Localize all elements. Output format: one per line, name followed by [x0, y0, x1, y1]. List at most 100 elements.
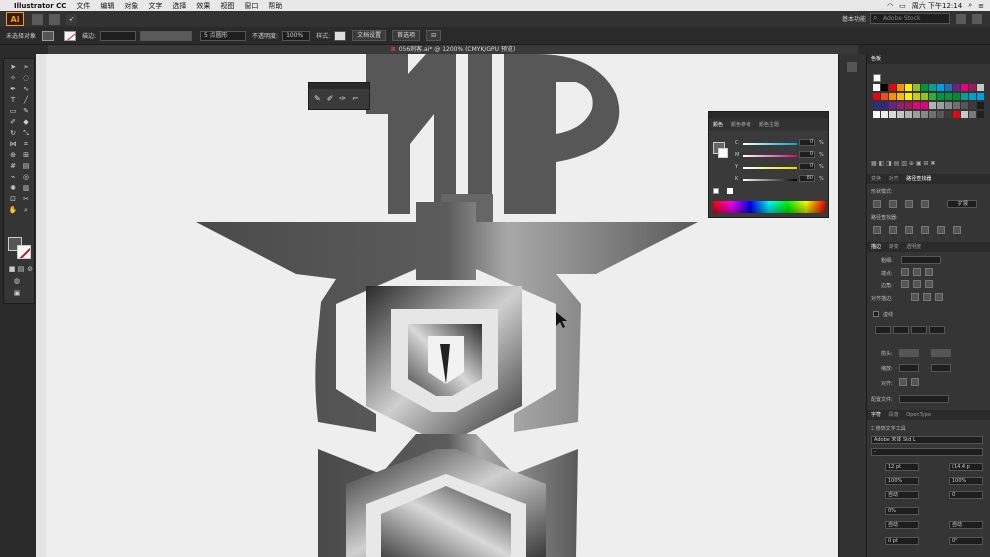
swatch-cell[interactable] [881, 102, 888, 109]
swatch-cell[interactable] [889, 111, 896, 118]
swatch-cell[interactable] [953, 84, 960, 91]
join-tool-icon[interactable]: ⌐ [352, 94, 359, 103]
swatch-cell[interactable] [929, 111, 936, 118]
bridge-icon[interactable] [32, 13, 43, 25]
swatch-cell[interactable] [913, 84, 920, 91]
swatch-cell[interactable] [897, 84, 904, 91]
swatch-cell[interactable] [937, 102, 944, 109]
vertical-scale-field[interactable]: 100% [885, 477, 919, 485]
arrow-tip-place-icon[interactable] [911, 378, 919, 386]
tab-color-guide[interactable]: 颜色参考 [731, 121, 751, 128]
dash-2[interactable] [911, 326, 927, 334]
swatch-cell[interactable] [921, 84, 928, 91]
swatch-cell[interactable] [929, 102, 936, 109]
expand-button[interactable]: 扩展 [947, 200, 977, 208]
hand-tool-icon[interactable]: ✋ [8, 206, 18, 214]
horizontal-scale-field[interactable]: 100% [949, 477, 983, 485]
swatch-cell[interactable] [897, 93, 904, 100]
menu-effect[interactable]: 效果 [196, 1, 210, 11]
swatch-cell[interactable] [953, 93, 960, 100]
menu-list-icon[interactable]: ≡ [978, 2, 984, 10]
graphic-style-swatch[interactable] [334, 30, 347, 41]
menu-file[interactable]: 文件 [76, 1, 90, 11]
white-swatch[interactable] [727, 188, 733, 194]
swatch-cell[interactable] [977, 111, 984, 118]
menu-help[interactable]: 帮助 [268, 1, 282, 11]
free-transform-tool-icon[interactable]: ⌗ [21, 140, 31, 148]
curvature-tool-icon[interactable]: ∿ [21, 85, 31, 93]
color-spectrum[interactable] [713, 201, 825, 213]
arrange-documents-icon[interactable] [49, 13, 60, 25]
swatch-cell[interactable] [905, 111, 912, 118]
swatch-cell[interactable] [977, 84, 984, 91]
menu-select[interactable]: 选择 [172, 1, 186, 11]
dashed-checkbox[interactable] [873, 311, 879, 317]
graph-tool-icon[interactable]: ▥ [21, 184, 31, 192]
swatch-cell[interactable] [961, 93, 968, 100]
app-name[interactable]: Illustrator CC [14, 2, 66, 10]
clock[interactable]: 周六 下午12:14 [912, 1, 962, 11]
gradient-tool-icon[interactable]: ▤ [21, 162, 31, 170]
path-eraser-icon[interactable]: ✑ [339, 94, 346, 103]
swatch-cell[interactable] [945, 111, 952, 118]
swatch-cell[interactable] [873, 93, 880, 100]
round-join-icon[interactable] [913, 280, 921, 288]
eraser-tool-icon[interactable]: ◆ [21, 118, 31, 126]
swatch-cell[interactable] [945, 93, 952, 100]
menu-edit[interactable]: 编辑 [100, 1, 114, 11]
document-tab[interactable]: ⊠ 056刺客.ai* @ 1200% (CMYK/GPU 预览) [48, 45, 858, 54]
close-document-icon[interactable]: ⊠ [391, 46, 396, 53]
none-swatch-icon[interactable] [873, 74, 881, 82]
crop-icon[interactable] [921, 226, 929, 234]
workspace-switcher[interactable]: 基本功能 [842, 14, 866, 23]
black-value[interactable]: 80 [799, 175, 815, 182]
window-control-2[interactable] [972, 13, 982, 24]
tab-color[interactable]: 颜色 [713, 121, 723, 128]
swatch-cell[interactable] [881, 93, 888, 100]
align-center-icon[interactable] [911, 293, 919, 301]
profile-select[interactable] [899, 395, 949, 403]
stroke-weight-field[interactable] [100, 30, 137, 41]
shape-builder-tool-icon[interactable]: ⊕ [8, 151, 18, 159]
panel-icon-1[interactable] [847, 62, 857, 72]
stroke-proxy[interactable] [718, 148, 728, 158]
swatch-cell[interactable] [921, 93, 928, 100]
gpu-performance-icon[interactable]: ➶ [66, 13, 77, 25]
swatch-cell[interactable] [953, 111, 960, 118]
variable-width-field[interactable] [140, 30, 193, 41]
swatch-cell[interactable] [921, 102, 928, 109]
swatch-cell[interactable] [937, 84, 944, 91]
rotate-tool-icon[interactable]: ↻ [8, 129, 18, 137]
fill-swatch[interactable] [42, 30, 55, 41]
bevel-join-icon[interactable] [925, 280, 933, 288]
swatch-cell[interactable] [961, 111, 968, 118]
stroke-color-swatch[interactable] [17, 245, 31, 259]
swatch-cell[interactable] [873, 102, 880, 109]
tab-paragraph[interactable]: 段落 [889, 412, 899, 418]
arrow-start-select[interactable] [899, 349, 919, 357]
menu-type[interactable]: 文字 [148, 1, 162, 11]
divide-icon[interactable] [873, 226, 881, 234]
swatch-cell[interactable] [905, 93, 912, 100]
char-rotation-field[interactable]: 0° [949, 537, 983, 545]
stroke-weight-input[interactable] [901, 256, 941, 264]
cyan-slider[interactable] [743, 143, 797, 145]
swatch-cell[interactable] [961, 84, 968, 91]
outline-icon[interactable] [937, 226, 945, 234]
font-style-select[interactable]: - [871, 448, 983, 456]
swatch-cell[interactable] [913, 111, 920, 118]
draw-mode-icon[interactable]: ◍ [12, 277, 22, 285]
tab-stroke[interactable]: 描边 [871, 244, 881, 250]
yellow-value[interactable]: 0 [799, 163, 815, 170]
swatch-cell[interactable] [929, 84, 936, 91]
swatch-cell[interactable] [873, 84, 880, 91]
swatches-title[interactable]: 色板 [871, 56, 881, 62]
intersect-icon[interactable] [905, 200, 913, 208]
trim-icon[interactable] [889, 226, 897, 234]
kerning-field[interactable]: 自动 [885, 491, 919, 499]
tab-color-themes[interactable]: 颜色主题 [759, 121, 779, 128]
scale-tool-icon[interactable]: ⤡ [21, 129, 31, 137]
rectangle-tool-icon[interactable]: ▭ [8, 107, 18, 115]
arrange-icon[interactable]: ⊟ [426, 30, 442, 41]
symbol-sprayer-icon[interactable]: ✺ [8, 184, 18, 192]
